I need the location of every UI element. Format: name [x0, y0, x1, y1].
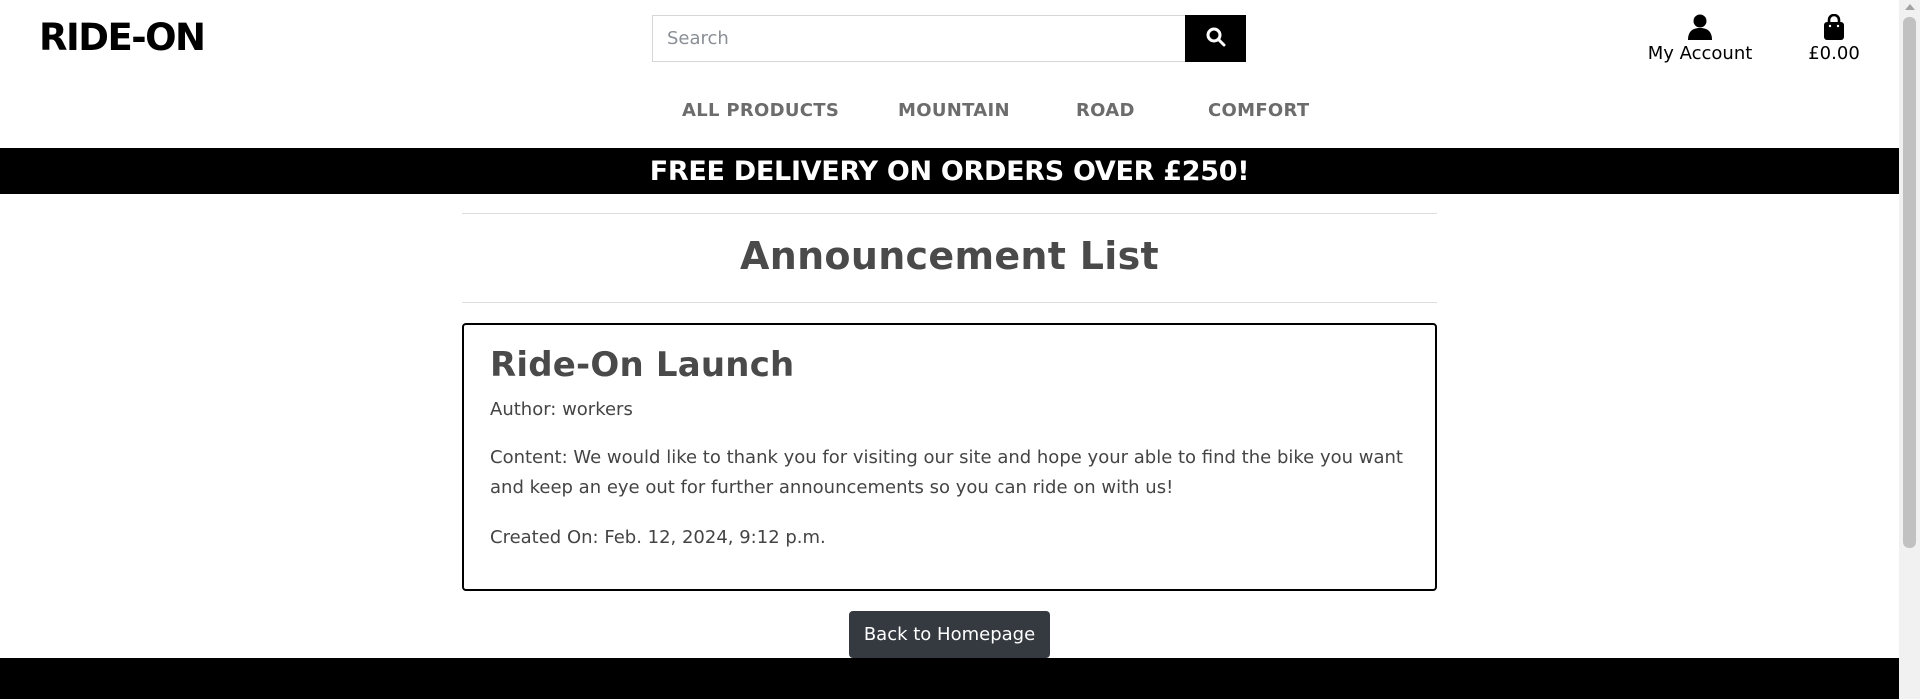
- search-bar: [652, 15, 1246, 62]
- announcement-author: Author: workers: [490, 399, 633, 420]
- delivery-banner: FREE DELIVERY ON ORDERS OVER £250!: [0, 148, 1899, 194]
- back-to-homepage-button[interactable]: Back to Homepage: [849, 611, 1050, 658]
- page: RIDE-ON My Account: [0, 0, 1899, 699]
- footer: [0, 658, 1899, 699]
- scrollbar-thumb[interactable]: [1903, 17, 1916, 548]
- my-account-link[interactable]: My Account: [1640, 8, 1760, 64]
- divider-top: [462, 213, 1437, 214]
- search-input[interactable]: [652, 15, 1185, 62]
- nav-road[interactable]: ROAD: [1076, 100, 1135, 121]
- search-button[interactable]: [1185, 15, 1246, 62]
- my-account-label: My Account: [1647, 43, 1753, 64]
- shopping-bag-link[interactable]: £0.00: [1796, 8, 1872, 64]
- announcement-card: Ride-On Launch Author: workers Content: …: [462, 323, 1437, 591]
- nav-mountain[interactable]: MOUNTAIN: [898, 100, 1010, 121]
- site-logo[interactable]: RIDE-ON: [39, 16, 206, 59]
- announcement-title: Ride-On Launch: [490, 345, 795, 385]
- nav-comfort[interactable]: COMFORT: [1208, 100, 1309, 121]
- divider-bottom: [462, 302, 1437, 303]
- main-nav: ALL PRODUCTS MOUNTAIN ROAD COMFORT: [0, 100, 1899, 128]
- announcement-content: Content: We would like to thank you for …: [490, 447, 1403, 498]
- user-icon: [1640, 8, 1760, 40]
- nav-all-products[interactable]: ALL PRODUCTS: [682, 100, 839, 121]
- page-scrollbar[interactable]: [1899, 0, 1920, 699]
- bag-total: £0.00: [1808, 43, 1860, 64]
- page-title: Announcement List: [740, 234, 1159, 278]
- search-icon: [1206, 27, 1226, 50]
- shopping-bag-icon: [1796, 8, 1872, 40]
- scroll-up-arrow-icon[interactable]: [1905, 4, 1915, 10]
- announcement-created-date: Created On: Feb. 12, 2024, 9:12 p.m.: [490, 527, 826, 548]
- delivery-banner-text: FREE DELIVERY ON ORDERS OVER £250!: [649, 155, 1250, 187]
